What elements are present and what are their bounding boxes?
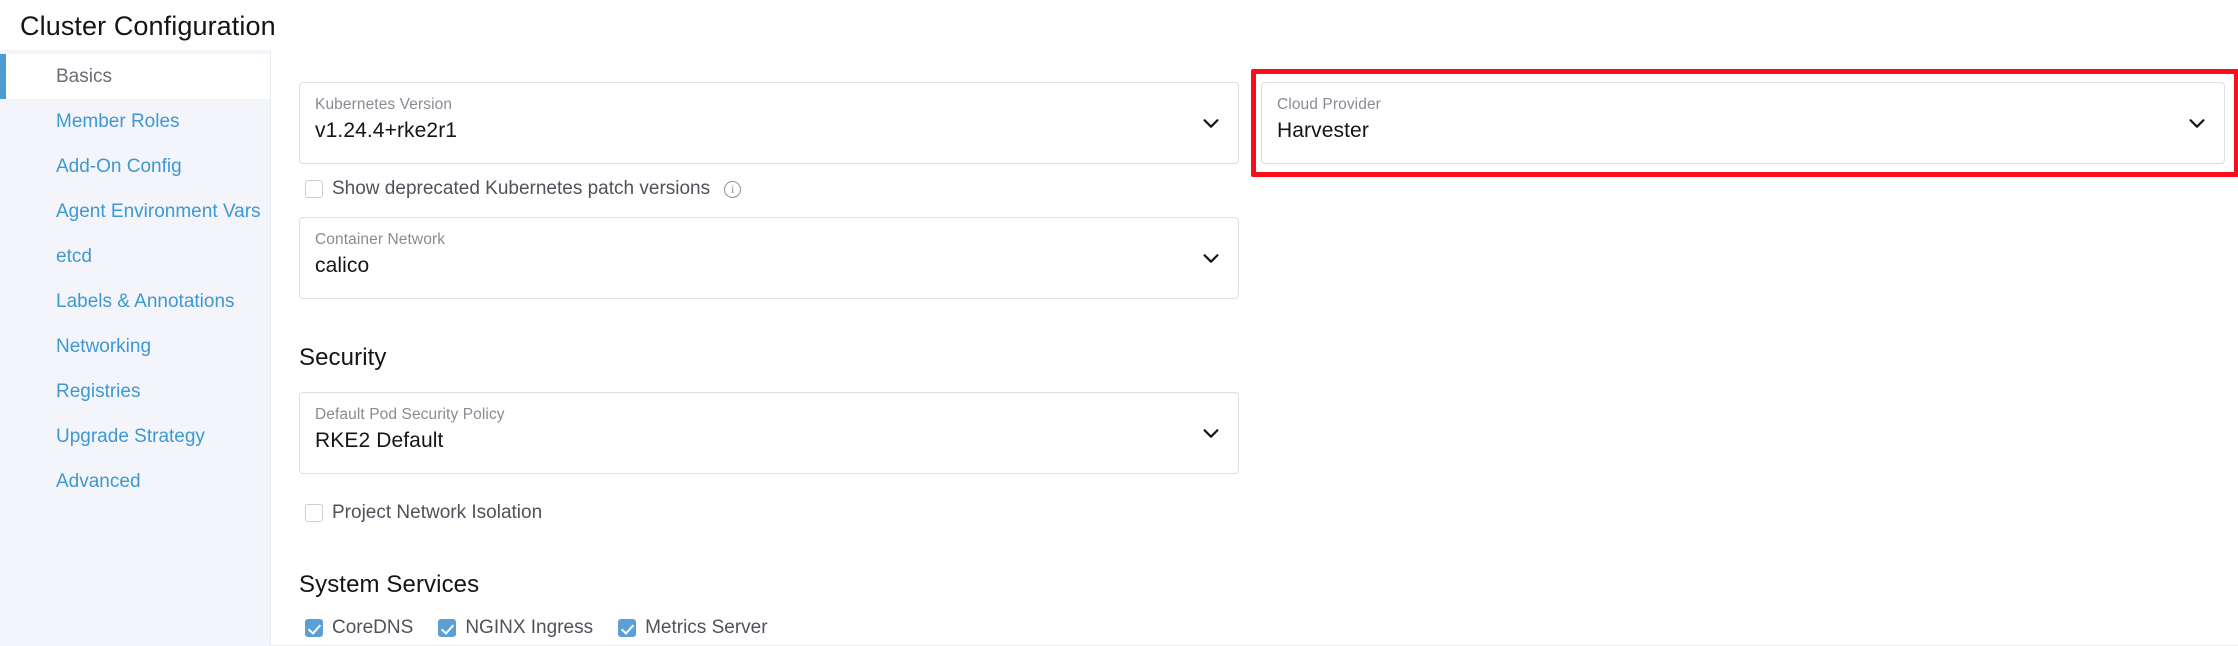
- info-circle-icon[interactable]: i: [724, 181, 741, 198]
- system-service-metrics-server-checkbox[interactable]: [618, 619, 636, 637]
- container-network-select[interactable]: Container Network calico: [299, 217, 1239, 299]
- default-pod-security-policy-label: Default Pod Security Policy: [315, 405, 1216, 425]
- sidebar-item-basics[interactable]: Basics: [0, 54, 270, 99]
- config-sidebar: Basics Member Roles Add-On Config Agent …: [0, 50, 271, 646]
- basics-panel: Kubernetes Version v1.24.4+rke2r1 Show d…: [271, 50, 2238, 646]
- kubernetes-version-select[interactable]: Kubernetes Version v1.24.4+rke2r1: [299, 82, 1239, 164]
- sidebar-item-label: Registries: [56, 381, 140, 402]
- project-network-isolation-checkbox-row[interactable]: Project Network Isolation: [305, 502, 1239, 524]
- system-services-section-heading: System Services: [299, 571, 1239, 599]
- cluster-configuration-page: Cluster Configuration Basics Member Role…: [0, 0, 2238, 646]
- right-column: Cloud Provider Harvester: [1261, 50, 2225, 164]
- system-service-nginx-ingress-checkbox[interactable]: [438, 619, 456, 637]
- show-deprecated-versions-label: Show deprecated Kubernetes patch version…: [332, 178, 710, 200]
- cloud-provider-select[interactable]: Cloud Provider Harvester: [1261, 82, 2225, 164]
- project-network-isolation-checkbox[interactable]: [305, 504, 323, 522]
- sidebar-item-labels-annotations[interactable]: Labels & Annotations: [0, 279, 270, 324]
- system-service-coredns-checkbox[interactable]: [305, 619, 323, 637]
- security-section-heading: Security: [299, 344, 1239, 372]
- sidebar-item-label: Basics: [56, 66, 112, 87]
- sidebar-item-label: Labels & Annotations: [56, 291, 235, 312]
- sidebar-item-label: etcd: [56, 246, 92, 267]
- sidebar-item-label: Advanced: [56, 471, 141, 492]
- sidebar-item-member-roles[interactable]: Member Roles: [0, 99, 270, 144]
- sidebar-item-label: Upgrade Strategy: [56, 426, 205, 447]
- system-service-label: CoreDNS: [332, 617, 413, 639]
- kubernetes-version-label: Kubernetes Version: [315, 95, 1216, 115]
- sidebar-item-etcd[interactable]: etcd: [0, 234, 270, 279]
- system-service-nginx-ingress-row[interactable]: NGINX Ingress: [438, 617, 593, 639]
- system-service-label: NGINX Ingress: [465, 617, 593, 639]
- default-pod-security-policy-select[interactable]: Default Pod Security Policy RKE2 Default: [299, 392, 1239, 474]
- system-service-label: Metrics Server: [645, 617, 767, 639]
- sidebar-item-label: Agent Environment Vars: [56, 201, 261, 222]
- container-network-label: Container Network: [315, 230, 1216, 250]
- sidebar-item-label: Member Roles: [56, 111, 180, 132]
- default-pod-security-policy-value: RKE2 Default: [315, 426, 1216, 456]
- system-service-metrics-server-row[interactable]: Metrics Server: [618, 617, 767, 639]
- show-deprecated-versions-checkbox-row[interactable]: Show deprecated Kubernetes patch version…: [305, 178, 1239, 200]
- sidebar-item-networking[interactable]: Networking: [0, 324, 270, 369]
- page-title: Cluster Configuration: [20, 8, 276, 44]
- system-services-list: CoreDNS NGINX Ingress Metrics Server: [305, 617, 1239, 639]
- sidebar-item-registries[interactable]: Registries: [0, 369, 270, 414]
- kubernetes-version-value: v1.24.4+rke2r1: [315, 116, 1216, 146]
- sidebar-item-label: Networking: [56, 336, 151, 357]
- left-column: Kubernetes Version v1.24.4+rke2r1 Show d…: [299, 50, 1239, 639]
- sidebar-item-add-on-config[interactable]: Add-On Config: [0, 144, 270, 189]
- system-service-coredns-row[interactable]: CoreDNS: [305, 617, 413, 639]
- container-network-value: calico: [315, 251, 1216, 281]
- project-network-isolation-label: Project Network Isolation: [332, 502, 542, 524]
- cloud-provider-value: Harvester: [1277, 116, 2202, 146]
- show-deprecated-versions-checkbox[interactable]: [305, 180, 323, 198]
- sidebar-item-label: Add-On Config: [56, 156, 182, 177]
- sidebar-item-advanced[interactable]: Advanced: [0, 459, 270, 504]
- sidebar-item-upgrade-strategy[interactable]: Upgrade Strategy: [0, 414, 270, 459]
- sidebar-item-agent-environment-vars[interactable]: Agent Environment Vars: [0, 189, 270, 234]
- cloud-provider-label: Cloud Provider: [1277, 95, 2202, 115]
- page-body: Basics Member Roles Add-On Config Agent …: [0, 50, 2238, 646]
